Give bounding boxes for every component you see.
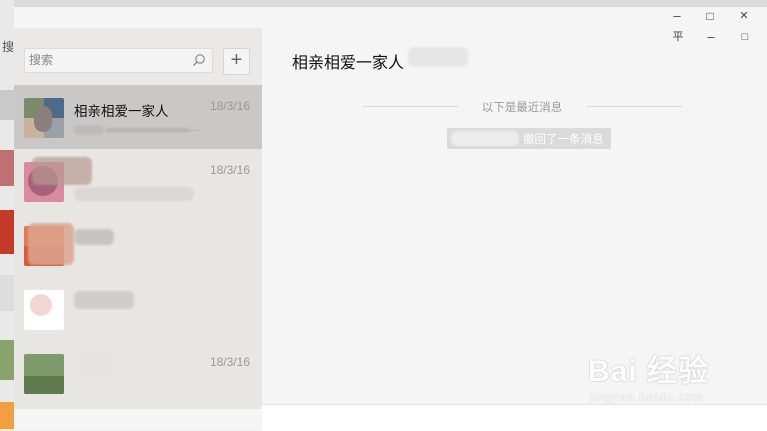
minimize-icon[interactable]: –: [670, 9, 684, 23]
maximize-icon[interactable]: □: [738, 30, 752, 44]
chat-list: 相亲相爱一家人 18/3/16 … 18/3/16 18/3/16: [14, 85, 262, 405]
close-icon[interactable]: ✕: [737, 9, 751, 23]
chat-item[interactable]: [14, 277, 262, 341]
redacted-name: [74, 291, 134, 309]
system-message-text: 撤回了一条消息: [523, 134, 604, 146]
chat-item[interactable]: 18/3/16: [14, 341, 262, 405]
divider-line: [586, 106, 682, 107]
maximize-icon[interactable]: □: [703, 9, 717, 23]
background-app-sidebar: 搜: [0, 0, 14, 429]
chat-item[interactable]: 18/3/16: [14, 149, 262, 213]
redacted-block: [32, 157, 92, 185]
add-chat-button[interactable]: +: [223, 48, 250, 75]
chat-date: 18/3/16: [209, 99, 250, 113]
search-input[interactable]: [29, 51, 189, 69]
search-box[interactable]: [24, 48, 213, 73]
sidebar-header: +: [14, 28, 262, 85]
minimize-icon[interactable]: –: [704, 30, 718, 44]
recent-messages-label: 以下是最近消息: [481, 102, 563, 114]
redacted-preview: [106, 128, 190, 132]
redacted-preview: [74, 187, 194, 201]
chat-name: 相亲相爱一家人: [74, 104, 169, 119]
chat-date: 18/3/16: [209, 355, 250, 369]
contact-avatar: [24, 354, 64, 394]
recent-messages-divider: 以下是最近消息: [362, 99, 682, 114]
preview-ellipsis: …: [190, 123, 200, 134]
redacted-preview: [74, 125, 104, 135]
chat-item[interactable]: [14, 213, 262, 277]
redacted-name: [74, 229, 114, 245]
background-search-stub: 搜: [2, 40, 15, 54]
chat-sidebar: + 相亲相爱一家人 18/3/16 …: [14, 28, 262, 409]
redacted-title-suffix: [408, 47, 468, 67]
system-message: 撤回了一条消息: [447, 128, 611, 149]
background-avatar: [0, 275, 14, 311]
watermark: Bai 经验 jingyan.baidu.com: [588, 346, 709, 404]
redacted-sender: [451, 131, 519, 146]
background-avatar: [0, 402, 14, 429]
redacted-block: [28, 223, 74, 265]
background-avatar: [0, 150, 14, 186]
contact-avatar: [24, 290, 64, 330]
group-avatar: [24, 98, 64, 138]
background-avatar: [0, 90, 14, 120]
message-input-area[interactable]: [262, 404, 767, 431]
background-avatar: [0, 340, 14, 380]
watermark-url: jingyan.baidu.com: [590, 390, 704, 404]
sidebar-footer: [14, 409, 262, 430]
chat-item[interactable]: 相亲相爱一家人 18/3/16 …: [14, 85, 262, 149]
pin-icon[interactable]: 平: [671, 30, 685, 44]
background-avatar: [0, 210, 14, 254]
chat-date: 18/3/16: [209, 163, 250, 177]
watermark-logo: Bai 经验: [588, 355, 710, 388]
redacted-name: [74, 351, 118, 383]
search-icon[interactable]: [192, 53, 206, 67]
conversation-title: 相亲相爱一家人: [292, 55, 405, 72]
